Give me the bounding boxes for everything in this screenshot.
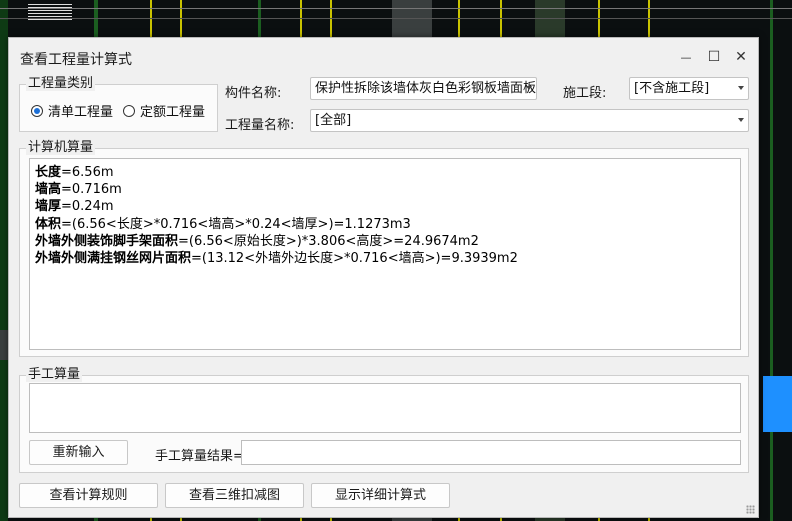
- dialog-title: 查看工程量计算式: [20, 52, 132, 68]
- close-button[interactable]: ✕: [730, 46, 752, 68]
- computer-calc-legend: 计算机算量: [26, 140, 96, 155]
- quantity-name-select[interactable]: [全部]: [310, 109, 749, 132]
- calc-line-expr: =0.716m: [61, 182, 122, 198]
- chevron-down-icon: [738, 86, 744, 90]
- calc-line: 长度=6.56m: [35, 164, 518, 181]
- computer-calc-textarea[interactable]: 长度=6.56m 墙高=0.716m 墙厚=0.24m 体积=(6.56<长度>*0.…: [29, 158, 741, 350]
- calc-formula-dialog: 查看工程量计算式 — ☐ ✕ 工程量类别 清单工程量 定额工程量 构件名称: 保…: [8, 37, 759, 518]
- chevron-down-icon: [526, 86, 532, 90]
- calc-line-expr: =6.56m: [61, 165, 114, 180]
- maximize-button[interactable]: ☐: [703, 46, 725, 68]
- calc-lines: 长度=6.56m 墙高=0.716m 墙厚=0.24m 体积=(6.56<长度>*0.…: [35, 164, 518, 267]
- cad-left-handle: [0, 330, 8, 360]
- section-select[interactable]: [不含施工段]: [629, 77, 749, 100]
- calc-line: 墙厚=0.24m: [35, 198, 518, 215]
- calc-line: 墙高=0.716m: [35, 181, 518, 198]
- calc-line-expr: =(13.12<外墙外边长度>*0.716<墙高>)=9.3939m2: [191, 251, 518, 267]
- title-bar[interactable]: 查看工程量计算式 — ☐ ✕: [9, 38, 758, 76]
- manual-calc-input[interactable]: [29, 383, 741, 433]
- resize-grip-icon[interactable]: [746, 505, 755, 514]
- calc-line-expr: =(6.56<长度>*0.716<墙高>*0.24<墙厚>)=1.1273m3: [61, 216, 411, 232]
- calc-line-expr: =0.24m: [61, 199, 114, 215]
- calc-line: 体积=(6.56<长度>*0.716<墙高>*0.24<墙厚>)=1.1273m…: [35, 216, 518, 233]
- view-calc-rules-button[interactable]: 查看计算规则: [19, 483, 158, 508]
- view-3d-deduction-button[interactable]: 查看三维扣减图: [165, 483, 304, 508]
- radio-unselected-icon: [123, 104, 135, 117]
- component-name-label: 构件名称:: [225, 86, 282, 101]
- calc-line: 外墙外侧满挂钢丝网片面积=(13.12<外墙外边长度>*0.716<墙高>)=9…: [35, 250, 518, 267]
- maximize-icon: ☐: [707, 49, 721, 65]
- calc-line-key: 外墙外侧满挂钢丝网片面积: [35, 251, 192, 267]
- manual-result-field[interactable]: [241, 440, 741, 465]
- radio-selected-icon: [31, 104, 43, 117]
- manual-result-label: 手工算量结果=: [155, 449, 244, 464]
- minimize-icon: —: [680, 50, 692, 64]
- calc-line-key: 墙高: [35, 182, 62, 198]
- radio-quota-quantity-label: 定额工程量: [140, 105, 206, 120]
- cad-hatch: [28, 4, 72, 20]
- quantity-category-legend: 工程量类别: [26, 76, 96, 91]
- component-name-select[interactable]: 保护性拆除该墙体灰白色彩钢板墙面板: [310, 77, 537, 100]
- quantity-name-value: [全部]: [315, 113, 352, 128]
- calc-line-key: 体积: [35, 216, 62, 232]
- calc-line-expr: =(6.56<原始长度>)*3.806<高度>=24.9674m2: [178, 233, 479, 249]
- close-icon: ✕: [735, 49, 747, 65]
- section-value: [不含施工段]: [634, 81, 710, 96]
- quantity-name-label: 工程量名称:: [225, 118, 295, 133]
- chevron-down-icon: [738, 118, 744, 122]
- radio-quota-quantity[interactable]: 定额工程量: [123, 101, 205, 120]
- radio-bill-quantity[interactable]: 清单工程量: [31, 101, 113, 120]
- component-name-value: 保护性拆除该墙体灰白色彩钢板墙面板: [315, 81, 537, 96]
- show-detail-formula-button[interactable]: 显示详细计算式: [311, 483, 450, 508]
- manual-calc-legend: 手工算量: [26, 367, 83, 382]
- calc-line-key: 墙厚: [35, 199, 62, 215]
- minimize-button[interactable]: —: [675, 46, 697, 68]
- calc-line-key: 长度: [35, 165, 62, 180]
- calc-line: 外墙外侧装饰脚手架面积=(6.56<原始长度>)*3.806<高度>=24.96…: [35, 233, 518, 250]
- section-label: 施工段:: [563, 86, 607, 101]
- calc-line-key: 外墙外侧装饰脚手架面积: [35, 233, 179, 249]
- radio-bill-quantity-label: 清单工程量: [48, 105, 114, 120]
- reenter-button[interactable]: 重新输入: [29, 440, 128, 465]
- cad-blue-block: [763, 376, 792, 432]
